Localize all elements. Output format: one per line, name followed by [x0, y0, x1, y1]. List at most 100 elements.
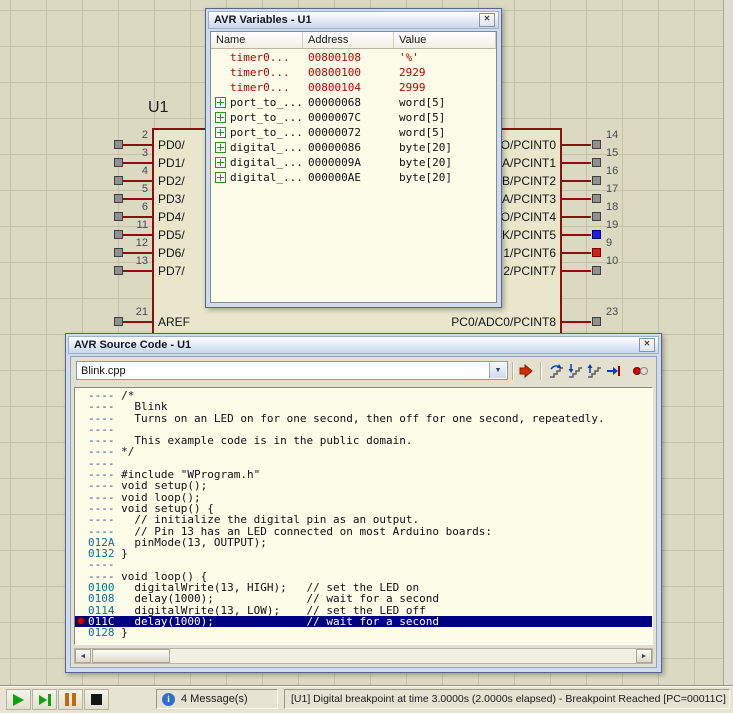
variable-row[interactable]: digital_...0000009Abyte[20] — [211, 155, 496, 170]
pin-number: 14 — [606, 129, 636, 141]
variable-address: 00800100 — [303, 66, 394, 79]
pin-number: 6 — [118, 201, 148, 213]
horizontal-scrollbar[interactable] — [74, 648, 653, 664]
toggle-breakpoint-icon[interactable] — [631, 362, 649, 380]
code-line[interactable]: 012A pinMode(13, OUTPUT); — [75, 537, 652, 548]
pin-wire — [562, 180, 591, 182]
breakpoint-dot[interactable] — [77, 617, 85, 625]
pin-wire — [123, 144, 152, 146]
variable-row[interactable]: port_to_...00000072word[5] — [211, 125, 496, 140]
pin-number: 9 — [606, 237, 636, 249]
variable-value: '%' — [394, 51, 496, 64]
pin-number: 21 — [118, 306, 148, 318]
pause-icon — [72, 693, 76, 706]
expand-plus-icon[interactable] — [215, 142, 226, 153]
source-window-title: AVR Source Code - U1 — [74, 339, 191, 351]
code-line[interactable]: ---- — [75, 639, 652, 645]
pin-number: 11 — [118, 219, 148, 231]
stop-button[interactable] — [84, 689, 109, 710]
step-icon — [39, 695, 47, 705]
pin-wire — [562, 234, 591, 236]
run-to-cursor-icon[interactable] — [604, 362, 622, 380]
pin-state-box — [592, 194, 601, 203]
status-panel: [U1] Digital breakpoint at time 3.0000s … — [284, 689, 730, 709]
message-panel[interactable]: 4 Message(s) — [156, 689, 278, 709]
proteus-app: U1 2PD0/3PD1/4PD2/5PD3/6PD4/11PD5/12PD6/… — [0, 0, 733, 713]
code-line[interactable]: 0132 } — [75, 548, 652, 559]
debug-run-icon[interactable] — [517, 362, 535, 380]
code-line[interactable]: ---- This example code is in the public … — [75, 435, 652, 446]
close-icon[interactable] — [479, 13, 495, 27]
variable-row[interactable]: timer0...008001002929 — [211, 65, 496, 80]
variable-value: 2999 — [394, 81, 496, 94]
scrollbar-thumb[interactable] — [92, 649, 170, 663]
variables-window-titlebar[interactable]: AVR Variables - U1 — [208, 11, 499, 29]
variable-value: byte[20] — [394, 141, 496, 154]
line-code: */ — [115, 445, 135, 458]
source-code-area[interactable]: ---- /*---- Blink---- Turns on an LED on… — [74, 387, 653, 645]
code-line[interactable]: 011C delay(1000); // wait for a second — [75, 616, 652, 627]
variable-value: word[5] — [394, 96, 496, 109]
pin-number: 23 — [606, 306, 636, 318]
variable-name-cell: timer0... — [211, 51, 303, 64]
expand-plus-icon[interactable] — [215, 127, 226, 138]
variable-row[interactable]: timer0...00800108'%' — [211, 50, 496, 65]
source-file-select[interactable]: Blink.cpp — [76, 361, 508, 380]
step-over-icon[interactable] — [547, 362, 565, 380]
pin-label: PD6/ — [158, 246, 185, 260]
variable-address: 00000068 — [303, 96, 394, 109]
expand-plus-icon[interactable] — [215, 157, 226, 168]
step-into-icon[interactable] — [566, 362, 584, 380]
variable-address: 00800108 — [303, 51, 394, 64]
code-line[interactable]: ---- */ — [75, 446, 652, 457]
source-window-body: Blink.cpp — [70, 356, 657, 668]
variable-row[interactable]: timer0...008001042999 — [211, 80, 496, 95]
pause-button[interactable] — [58, 689, 83, 710]
debug-toolbar: Blink.cpp — [71, 357, 656, 385]
column-header-address[interactable]: Address — [303, 32, 394, 49]
variable-address: 0000007C — [303, 111, 394, 124]
pin-wire — [123, 162, 152, 164]
scroll-left-icon[interactable] — [75, 649, 91, 663]
chevron-down-icon[interactable] — [489, 363, 506, 378]
variable-row[interactable]: port_to_...00000068word[5] — [211, 95, 496, 110]
play-button[interactable] — [6, 689, 31, 710]
expand-plus-icon[interactable] — [215, 97, 226, 108]
avr-source-window: AVR Source Code - U1 Blink.cpp — [65, 333, 662, 673]
expand-plus-icon[interactable] — [215, 112, 226, 123]
variable-row[interactable]: port_to_...0000007Cword[5] — [211, 110, 496, 125]
variable-value: byte[20] — [394, 156, 496, 169]
pin-wire — [562, 270, 591, 272]
variable-name-cell: digital_... — [211, 141, 303, 154]
pin-wire — [123, 198, 152, 200]
step-button[interactable] — [32, 689, 57, 710]
variable-name-cell: port_to_... — [211, 111, 303, 124]
variable-value: 2929 — [394, 66, 496, 79]
variable-name: port_to_... — [230, 96, 303, 109]
variable-value: word[5] — [394, 126, 496, 139]
pin-wire — [123, 234, 152, 236]
column-header-name[interactable]: Name — [211, 32, 303, 49]
pin-number: 13 — [118, 255, 148, 267]
pin-number: 2 — [118, 129, 148, 141]
pause-icon — [65, 693, 69, 706]
pin-label: PC0/ADC0/PCINT8 — [436, 315, 556, 329]
variable-row[interactable]: digital_...000000AEbyte[20] — [211, 170, 496, 185]
scroll-right-icon[interactable] — [636, 649, 652, 663]
pin-number: 19 — [606, 219, 636, 231]
code-line[interactable]: ---- Turns on an LED on for one second, … — [75, 413, 652, 424]
code-line[interactable]: 0128 } — [75, 627, 652, 638]
variable-name-cell: timer0... — [211, 66, 303, 79]
column-header-value[interactable]: Value — [394, 32, 496, 49]
pin-state-box — [592, 158, 601, 167]
source-window-titlebar[interactable]: AVR Source Code - U1 — [68, 336, 659, 354]
step-out-icon[interactable] — [585, 362, 603, 380]
variable-row[interactable]: digital_...00000086byte[20] — [211, 140, 496, 155]
pin-label: PD4/ — [158, 210, 185, 224]
expand-plus-icon[interactable] — [215, 172, 226, 183]
pin-wire — [562, 144, 591, 146]
variable-name: digital_... — [230, 156, 303, 169]
close-icon[interactable] — [639, 338, 655, 352]
variable-name: digital_... — [230, 141, 303, 154]
toolbar-separator — [540, 362, 542, 380]
